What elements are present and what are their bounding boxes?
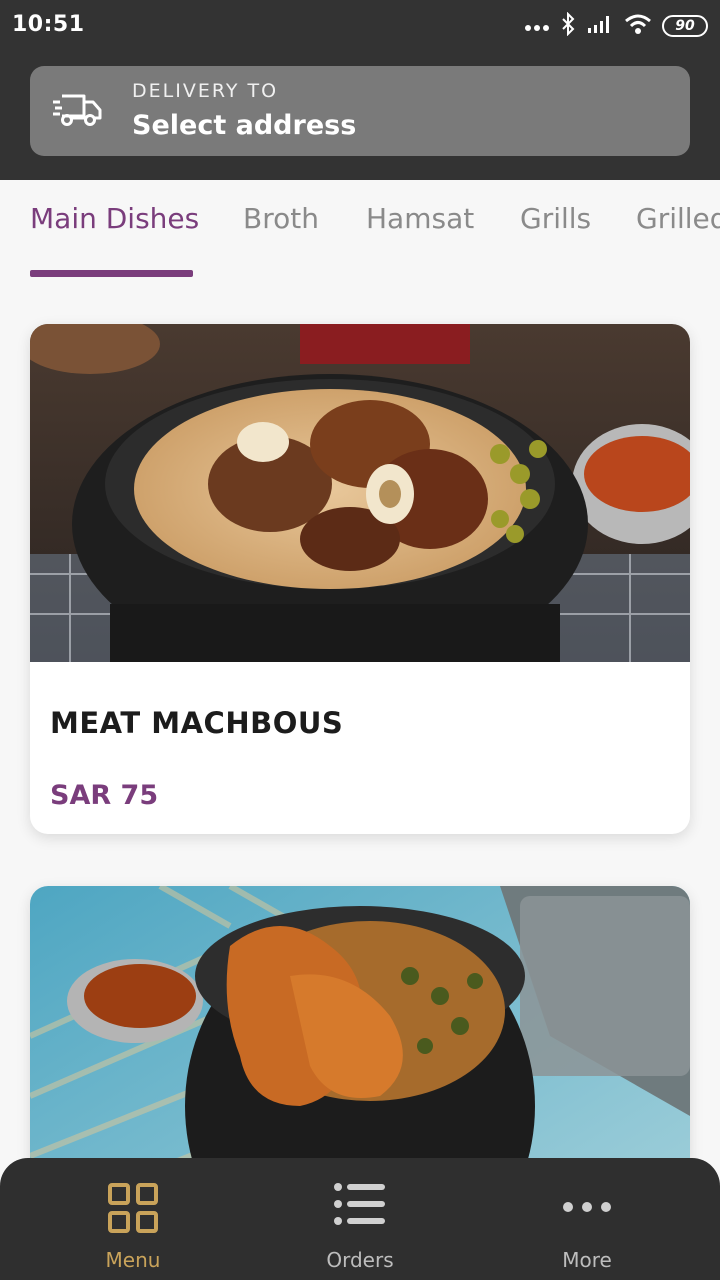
delivery-address-selector[interactable]: DELIVERY TO Select address <box>30 66 690 156</box>
status-time: 10:51 <box>12 12 85 37</box>
category-tabs: Main Dishes Broth Hamsat Grills Grilled <box>0 180 720 280</box>
tab-broth[interactable]: Broth <box>243 202 319 235</box>
tab-grills[interactable]: Grills <box>520 202 591 235</box>
delivery-label: DELIVERY TO <box>132 80 279 102</box>
nav-menu[interactable]: Menu <box>13 1158 253 1280</box>
nav-more[interactable]: More <box>467 1158 707 1280</box>
status-icons: 90 <box>524 11 708 40</box>
tab-hamsat[interactable]: Hamsat <box>366 202 474 235</box>
more-dots-icon <box>562 1198 612 1217</box>
battery-indicator: 90 <box>662 15 708 37</box>
nav-orders[interactable]: Orders <box>240 1158 480 1280</box>
menu-item-card[interactable]: MEAT MACHBOUS SAR 75 <box>30 324 690 834</box>
signal-icon <box>586 14 614 38</box>
header: DELIVERY TO Select address <box>0 52 720 180</box>
tab-grilled[interactable]: Grilled <box>636 202 720 235</box>
grid-icon <box>107 1182 159 1238</box>
dish-price: SAR 75 <box>50 780 159 811</box>
bluetooth-icon <box>560 11 576 40</box>
delivery-address-value: Select address <box>132 110 357 141</box>
tab-main-dishes[interactable]: Main Dishes <box>30 202 199 235</box>
dish-image <box>30 324 690 662</box>
status-bar: 10:51 90 <box>0 0 720 52</box>
nav-orders-label: Orders <box>326 1248 394 1272</box>
delivery-truck-icon <box>52 90 104 132</box>
bottom-navigation: Menu Orders More <box>0 1158 720 1280</box>
dish-name: MEAT MACHBOUS <box>50 706 344 740</box>
list-icon <box>333 1182 387 1230</box>
more-dots-status-icon <box>524 17 550 36</box>
nav-menu-label: Menu <box>105 1248 161 1272</box>
active-tab-indicator <box>30 270 193 277</box>
nav-more-label: More <box>562 1248 612 1272</box>
wifi-icon <box>624 13 652 39</box>
